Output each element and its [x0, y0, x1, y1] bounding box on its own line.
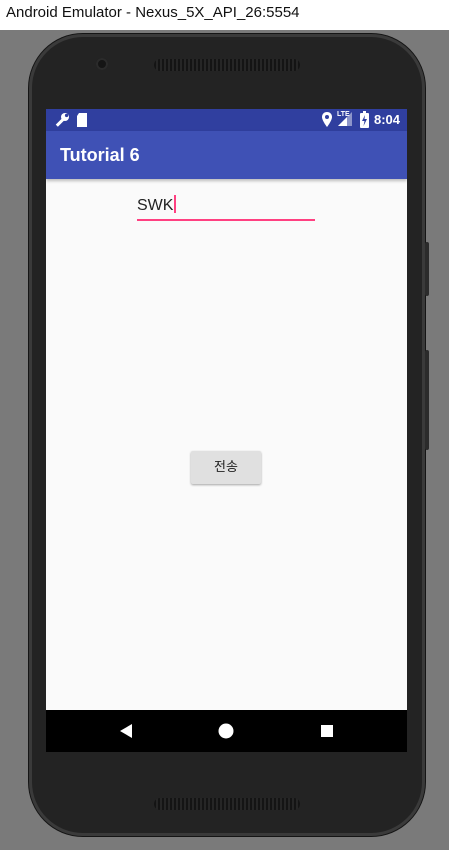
top-speaker-grille: [154, 59, 300, 71]
app-bar: Tutorial 6: [46, 131, 407, 179]
home-icon: [218, 723, 234, 739]
send-button[interactable]: 전송: [191, 451, 261, 484]
recents-icon: [321, 725, 333, 737]
volume-button[interactable]: [425, 350, 429, 450]
battery-charging-icon: [360, 111, 369, 132]
emulator-window-titlebar: Android Emulator - Nexus_5X_API_26:5554: [0, 0, 449, 30]
wrench-icon: [54, 112, 70, 132]
front-camera: [96, 58, 108, 70]
location-icon: [321, 111, 333, 132]
window-title: Android Emulator - Nexus_5X_API_26:5554: [6, 4, 300, 21]
sd-card-icon: [76, 112, 88, 132]
edit-text-value: SWK: [137, 197, 174, 214]
text-cursor: [174, 195, 177, 213]
status-time: 8:04: [373, 112, 400, 127]
app-title: Tutorial 6: [60, 145, 140, 165]
name-edit-text[interactable]: SWK: [137, 195, 315, 221]
status-bar: LTE 8:04: [46, 109, 407, 131]
phone-screen: LTE 8:04 Tutorial 6 SWK 전송: [46, 109, 407, 752]
power-button[interactable]: [425, 242, 429, 296]
back-button[interactable]: [106, 710, 146, 752]
navigation-bar: [46, 710, 407, 752]
home-button[interactable]: [206, 710, 246, 752]
send-button-label: 전송: [214, 460, 238, 475]
bottom-speaker-grille: [154, 798, 300, 810]
back-icon: [120, 724, 132, 738]
lte-label: LTE: [337, 111, 350, 118]
recents-button[interactable]: [307, 710, 347, 752]
